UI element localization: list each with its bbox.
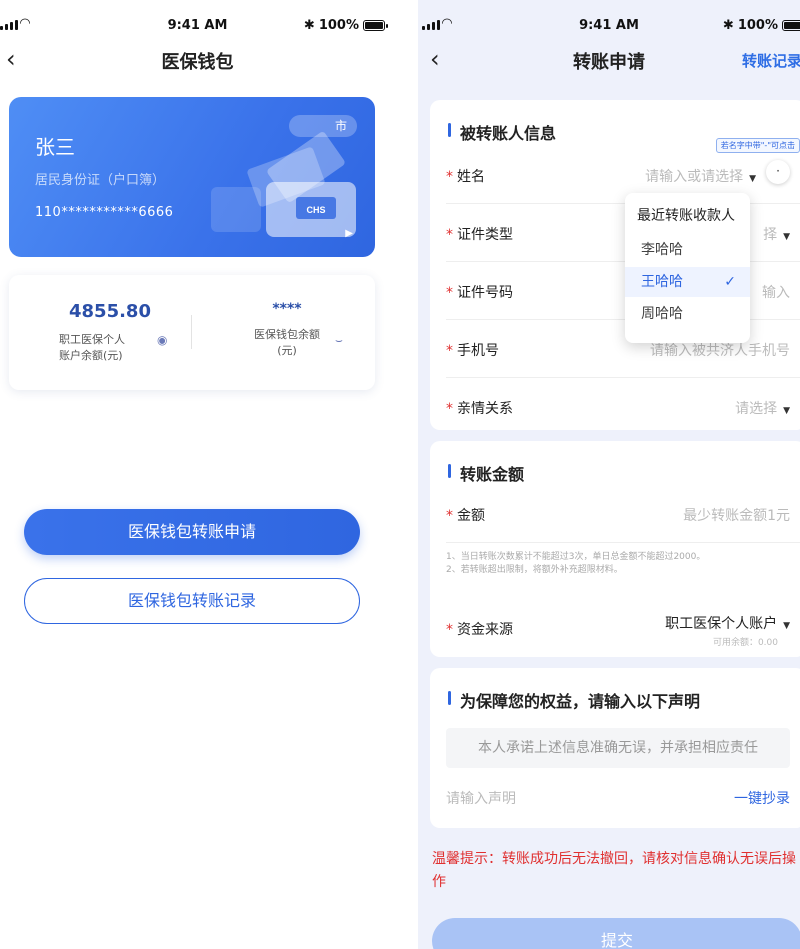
status-bar: ◠ 9:41 AM ✱ 100%	[418, 0, 800, 40]
battery-icon	[363, 20, 388, 31]
amount-note-1: 1、当日转账次数累计不能超过3次，单日总金额不能超过2000。	[446, 552, 706, 562]
personal-balance: 4855.80 职工医保个人 账户余额(元)	[55, 301, 165, 364]
relation-label: 亲情关系	[457, 401, 513, 417]
cardholder-name: 张三	[35, 135, 75, 159]
dropdown-option[interactable]: 李哈哈	[625, 235, 750, 265]
declaration-section: 为保障您的权益，请输入以下声明 本人承诺上述信息准确无误，并承担相应责任 请输入…	[430, 668, 800, 828]
id-number: 110***********6666	[35, 205, 174, 220]
wallet-balance-label-1: 医保钱包余额	[254, 328, 320, 341]
caret-down-icon[interactable]: ▼	[749, 174, 756, 184]
bluetooth-icon: ✱	[303, 18, 315, 33]
play-arrow-icon: ▶	[345, 228, 353, 239]
available-balance: 可用余额：0.00	[712, 638, 778, 648]
fund-source-select[interactable]: 职工医保个人账户	[665, 616, 777, 632]
eye-open-icon[interactable]: ◉	[157, 333, 167, 347]
relation-field-row[interactable]: * 亲情关系 请选择 ▼	[446, 378, 800, 436]
dropdown-option-label: 王哈哈	[641, 274, 683, 290]
idno-label: 证件号码	[457, 285, 513, 301]
document-type: 居民身份证（户口簿）	[35, 173, 166, 188]
wallet-balance: **** 医保钱包余额 (元)	[237, 301, 337, 359]
status-bar: ◠ 9:41 AM ✱ 100%	[0, 0, 395, 40]
personal-balance-label-2: 账户余额(元)	[59, 349, 123, 362]
amount-label: 金额	[457, 508, 485, 524]
nav-bar: ‹ 医保钱包	[0, 44, 395, 78]
battery-indicator: ✱ 100%	[723, 18, 800, 33]
battery-icon	[782, 20, 800, 31]
nav-bar: ‹ 转账申请 转账记录	[418, 44, 800, 78]
battery-indicator: ✱ 100%	[303, 18, 388, 33]
name-label: 姓名	[457, 169, 485, 185]
phone-label: 手机号	[457, 343, 499, 359]
page-title: 医保钱包	[161, 52, 234, 73]
declaration-input[interactable]: 请输入声明	[446, 788, 516, 808]
doctype-select[interactable]: 择	[763, 227, 777, 243]
fund-source-row[interactable]: * 资金来源 职工医保个人账户 ▼ 可用余额：0.00	[446, 599, 800, 657]
battery-percent: 100%	[737, 18, 778, 33]
phone-input[interactable]: 请输入被共济人手机号	[650, 340, 790, 360]
declaration-statement: 本人承诺上述信息准确无误，并承担相应责任	[446, 728, 790, 768]
caret-down-icon[interactable]: ▼	[783, 621, 790, 631]
idno-input[interactable]: 输入	[762, 282, 790, 302]
dropdown-header: 最近转账收款人	[637, 208, 735, 224]
doctype-label: 证件类型	[457, 227, 513, 243]
wallet-balance-amount: ****	[272, 301, 302, 317]
transfer-screen: ◠ 9:41 AM ✱ 100% ‹ 转账申请 转账记录 被转账人信息 若名字中…	[418, 0, 800, 949]
chs-logo: CHS	[306, 205, 325, 215]
amount-input[interactable]: 最少转账金额1元	[683, 505, 790, 525]
bluetooth-icon: ✱	[722, 18, 734, 33]
transfer-apply-button[interactable]: 医保钱包转账申请	[24, 509, 360, 555]
wallet-balance-label-2: (元)	[277, 344, 297, 357]
eye-closed-icon[interactable]: ⌣	[335, 333, 343, 348]
caret-down-icon[interactable]: ▼	[783, 232, 790, 242]
battery-percent: 100%	[318, 18, 359, 33]
wallet-screen: ◠ 9:41 AM ✱ 100% ‹ 医保钱包 CHS 张三 居民身份证（户口簿…	[0, 0, 395, 949]
amount-section: 转账金额 * 金额 最少转账金额1元 1、当日转账次数累计不能超过3次，单日总金额…	[430, 441, 800, 657]
divider	[191, 315, 192, 349]
transfer-records-button[interactable]: 医保钱包转账记录	[24, 578, 360, 624]
declaration-title: 为保障您的权益，请输入以下声明	[448, 688, 700, 712]
personal-balance-amount: 4855.80	[69, 301, 151, 322]
amount-field-row[interactable]: * 金额 最少转账金额1元	[446, 485, 800, 543]
personal-balance-label-1: 职工医保个人	[59, 333, 125, 346]
name-input[interactable]: 请输入或请选择	[645, 169, 743, 185]
dropdown-option[interactable]: 周哈哈	[625, 299, 750, 329]
dropdown-option-selected[interactable]: 王哈哈 ✓	[625, 267, 750, 297]
balance-panel: 4855.80 职工医保个人 账户余额(元) ◉ **** 医保钱包余额 (元)…	[9, 275, 375, 390]
amount-notes: 1、当日转账次数累计不能超过3次，单日总金额不能超过2000。 2、若转账超出限…	[446, 551, 705, 577]
transfer-records-link[interactable]: 转账记录	[742, 50, 800, 71]
warning-text: 温馨提示：转账成功后无法撤回，请核对信息确认无误后操作	[432, 851, 796, 890]
more-button[interactable]: ·	[766, 160, 790, 184]
check-icon: ✓	[724, 274, 736, 290]
caret-down-icon[interactable]: ▼	[783, 406, 790, 416]
amount-note-2: 2、若转账超出限制，将额外补充超限材料。	[446, 565, 623, 575]
insurance-card[interactable]: CHS 张三 居民身份证（户口簿） 110***********6666 市 ▶	[9, 97, 375, 257]
payee-section-title: 被转账人信息	[448, 120, 556, 144]
amount-section-title: 转账金额	[448, 461, 524, 485]
relation-select[interactable]: 请选择	[735, 401, 777, 417]
fund-source-label: 资金来源	[457, 622, 513, 638]
recent-payee-dropdown: 最近转账收款人 李哈哈 王哈哈 ✓ 周哈哈	[625, 193, 750, 343]
city-badge: 市	[289, 115, 357, 137]
wallet-illustration: CHS	[211, 132, 356, 237]
submit-button[interactable]: 提交	[432, 918, 800, 949]
copy-declaration-button[interactable]: 一键抄录	[734, 788, 790, 808]
